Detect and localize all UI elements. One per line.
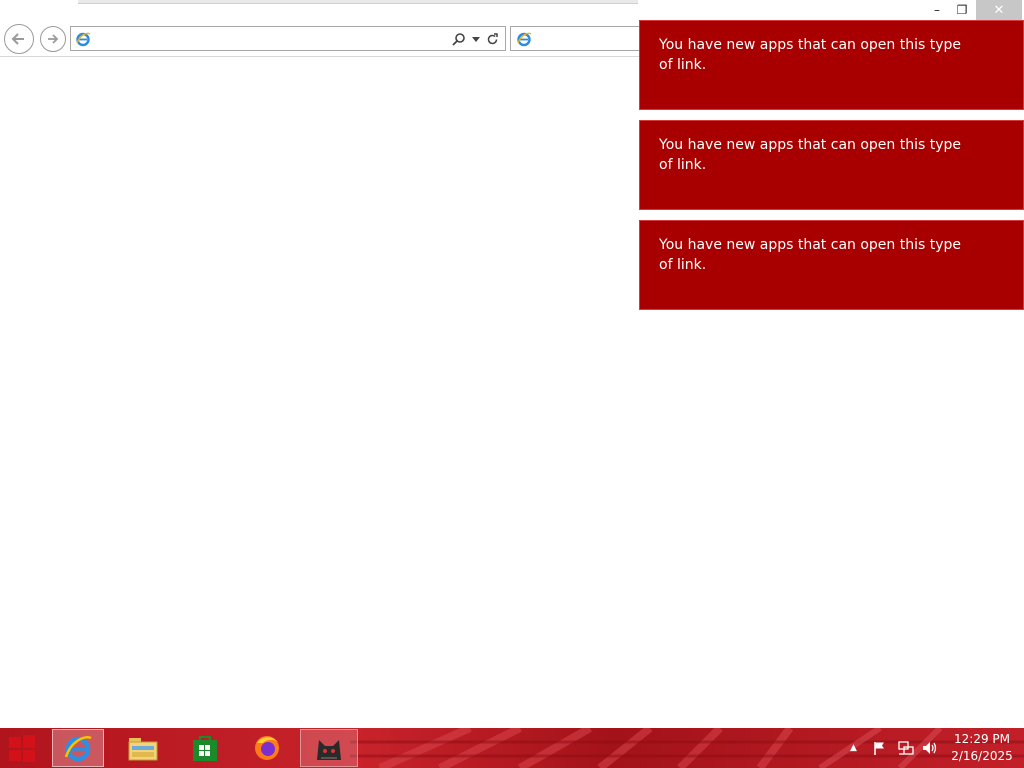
address-bar[interactable] [70, 26, 506, 51]
notification-message: You have new apps that can open this typ… [659, 137, 962, 173]
firefox-icon [255, 736, 279, 760]
clock-date: 2/16/2025 [951, 749, 1013, 763]
taskbar-firefox[interactable] [242, 729, 292, 767]
forward-arrow-icon [48, 34, 59, 44]
restore-button[interactable]: ❐ [950, 0, 974, 20]
address-bar-tools [452, 29, 499, 49]
ie-page-icon [76, 32, 91, 47]
taskbar-file-explorer[interactable] [118, 729, 168, 767]
show-hidden-icons-button[interactable]: ▲ [850, 728, 864, 768]
folder-icon [128, 738, 158, 761]
taskbar-cat-app[interactable] [300, 729, 358, 767]
search-icon[interactable] [452, 32, 466, 46]
cat-app-icon [317, 740, 341, 760]
back-button[interactable] [4, 24, 34, 54]
app-notification-toast[interactable]: You have new apps that can open this typ… [639, 20, 1024, 110]
taskbar-clock[interactable]: 12:29 PM 2/16/2025 [946, 731, 1018, 765]
app-notification-toast[interactable]: You have new apps that can open this typ… [639, 120, 1024, 210]
flag-icon [874, 742, 884, 755]
notification-message: You have new apps that can open this typ… [659, 37, 962, 73]
taskbar: ▲ 12:29 PM 2/16/2025 [0, 728, 1024, 768]
speaker-icon [923, 742, 937, 754]
volume-control[interactable] [921, 728, 943, 768]
windows-start-icon [9, 735, 35, 762]
clock-time: 12:29 PM [954, 732, 1010, 746]
close-button[interactable]: ✕ [976, 0, 1022, 20]
refresh-icon[interactable] [486, 32, 499, 46]
internet-explorer-icon [64, 736, 92, 762]
network-status[interactable] [897, 728, 919, 768]
store-bag-icon [193, 736, 217, 761]
taskbar-internet-explorer[interactable] [52, 729, 104, 767]
notification-message: You have new apps that can open this typ… [659, 237, 962, 273]
chevron-down-icon[interactable] [472, 35, 480, 43]
start-button[interactable] [0, 729, 44, 767]
browser-titlebar: – ❐ ✕ [0, 0, 1024, 20]
back-arrow-icon [11, 33, 24, 45]
app-notification-toast[interactable]: You have new apps that can open this typ… [639, 220, 1024, 310]
browser-tab[interactable] [510, 26, 642, 51]
minimize-button[interactable]: – [926, 0, 948, 20]
taskbar-windows-store[interactable] [180, 729, 230, 767]
ie-tab-icon [517, 32, 532, 47]
chevron-up-icon: ▲ [850, 743, 857, 753]
network-icon [898, 741, 914, 755]
titlebar-tab-strip [78, 0, 638, 4]
forward-button[interactable] [40, 26, 66, 52]
action-center-flag[interactable] [872, 728, 894, 768]
